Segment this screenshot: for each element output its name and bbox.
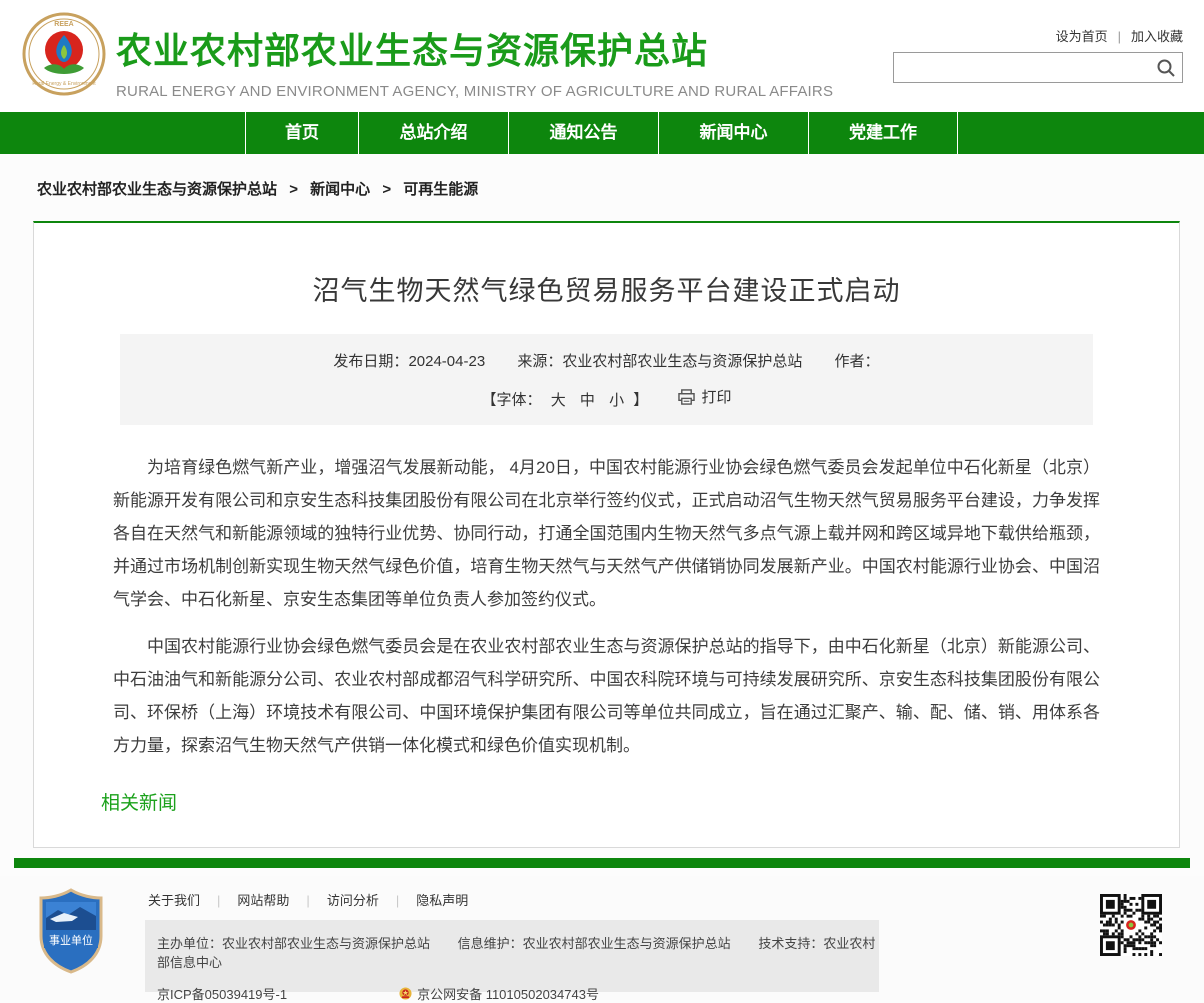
- support-label: 技术支持：: [758, 936, 823, 951]
- site-title-block: 农业农村部农业生态与资源保护总站 RURAL ENERGY AND ENVIRO…: [116, 22, 833, 100]
- search-box: [893, 52, 1183, 83]
- footer-links-separator: |: [217, 893, 220, 908]
- site-header: REEA Rural Energy & Environment 农业农村部农业生…: [0, 0, 1204, 112]
- publish-date-label: 发布日期：: [333, 353, 408, 370]
- breadcrumb-separator: >: [289, 181, 298, 198]
- article-meta-line2: 【字体： 大 中 小 】 打印: [120, 386, 1093, 410]
- page: REEA Rural Energy & Environment 农业农村部农业生…: [0, 0, 1204, 1000]
- footer-links-separator: |: [306, 893, 309, 908]
- green-divider: [14, 858, 1190, 868]
- main-nav: 首页 总站介绍 通知公告 新闻中心 党建工作: [0, 112, 1204, 154]
- breadcrumb-separator: >: [382, 181, 391, 198]
- font-size-label-end: 】: [633, 392, 648, 409]
- maintenance-label: 信息维护：: [458, 936, 523, 951]
- main-nav-menu: 首页 总站介绍 通知公告 新闻中心 党建工作: [245, 112, 1204, 154]
- footer-info-line2: 京ICP备05039419号-1 京公网安备 11010502034743号: [157, 984, 879, 1003]
- site-footer: 事业单位 关于我们|网站帮助|访问分析|隐私声明 主办单位：农业农村部农业生态与…: [0, 876, 1204, 1000]
- nav-item-news[interactable]: 新闻中心: [658, 112, 808, 154]
- related-news-heading[interactable]: 相关新闻: [101, 788, 1179, 815]
- article-meta-bar: 发布日期：2024-04-23 来源：农业农村部农业生态与资源保护总站 作者： …: [120, 334, 1093, 425]
- institution-badge-icon[interactable]: 事业单位: [38, 888, 104, 974]
- maintenance-value: 农业农村部农业生态与资源保护总站: [523, 936, 731, 951]
- author-label: 作者：: [835, 353, 880, 370]
- article-title: 沼气生物天然气绿色贸易服务平台建设正式启动: [34, 269, 1179, 308]
- svg-text:Rural Energy & Environment: Rural Energy & Environment: [32, 81, 96, 87]
- organizer-value: 农业农村部农业生态与资源保护总站: [222, 936, 430, 951]
- nav-item-notices[interactable]: 通知公告: [508, 112, 658, 154]
- publish-date-value: 2024-04-23: [408, 353, 485, 370]
- organizer-label: 主办单位：: [157, 936, 222, 951]
- police-registration-number: 京公网安备 11010502034743号: [417, 984, 599, 1003]
- set-home-link[interactable]: 设为首页: [1056, 29, 1108, 44]
- article-paragraph: 为培育绿色燃气新产业，增强沼气发展新动能， 4月20日，中国农村能源行业协会绿色…: [113, 451, 1100, 616]
- footer-links: 关于我们 | 网站帮助 | 访问分析 | 隐私声明: [148, 890, 468, 909]
- footer-link-help[interactable]: 网站帮助: [237, 893, 289, 908]
- nav-item-home[interactable]: 首页: [245, 112, 358, 154]
- article-paragraph: 中国农村能源行业协会绿色燃气委员会是在农业农村部农业生态与资源保护总站的指导下，…: [113, 630, 1100, 762]
- print-label: 打印: [701, 386, 731, 407]
- source: 来源：农业农村部农业生态与资源保护总站: [517, 353, 802, 370]
- search-input[interactable]: [902, 55, 1150, 80]
- site-subtitle: RURAL ENERGY AND ENVIRONMENT AGENCY, MIN…: [116, 83, 833, 100]
- font-large-button[interactable]: 大: [551, 392, 566, 409]
- footer-info-box: 主办单位：农业农村部农业生态与资源保护总站 信息维护：农业农村部农业生态与资源保…: [145, 920, 879, 992]
- site-title: 农业农村部农业生态与资源保护总站: [116, 22, 833, 74]
- top-utility-links: 设为首页 | 加入收藏: [1056, 26, 1183, 45]
- search-icon[interactable]: [1156, 58, 1176, 78]
- source-value: 农业农村部农业生态与资源保护总站: [562, 353, 802, 370]
- police-badge-icon: [399, 987, 412, 1000]
- agency-logo-icon[interactable]: REEA Rural Energy & Environment: [22, 12, 106, 96]
- font-medium-button[interactable]: 中: [580, 392, 595, 409]
- institution-badge-label: 事业单位: [49, 933, 93, 947]
- footer-link-privacy[interactable]: 隐私声明: [416, 893, 468, 908]
- source-label: 来源：: [517, 353, 562, 370]
- nav-item-party[interactable]: 党建工作: [808, 112, 958, 154]
- footer-links-separator: |: [396, 893, 399, 908]
- font-small-button[interactable]: 小: [609, 392, 624, 409]
- font-size-label: 【字体：: [482, 392, 542, 409]
- footer-link-about[interactable]: 关于我们: [148, 893, 200, 908]
- top-links-separator: |: [1118, 29, 1121, 44]
- article-body: 为培育绿色燃气新产业，增强沼气发展新动能， 4月20日，中国农村能源行业协会绿色…: [113, 451, 1100, 762]
- breadcrumb-renewable-energy[interactable]: 可再生能源: [403, 181, 478, 198]
- qr-code: [1100, 894, 1162, 956]
- publish-date: 发布日期：2024-04-23: [333, 353, 485, 370]
- article-meta-line1: 发布日期：2024-04-23 来源：农业农村部农业生态与资源保护总站 作者：: [120, 350, 1093, 371]
- svg-text:REEA: REEA: [54, 21, 73, 28]
- police-registration-link[interactable]: 京公网安备 11010502034743号: [399, 984, 599, 1003]
- print-button[interactable]: 打印: [678, 386, 731, 407]
- breadcrumb: 农业农村部农业生态与资源保护总站 > 新闻中心 > 可再生能源: [0, 154, 1204, 213]
- footer-link-analytics[interactable]: 访问分析: [327, 893, 379, 908]
- footer-maintenance: 信息维护：农业农村部农业生态与资源保护总站: [458, 936, 731, 951]
- footer-organizer: 主办单位：农业农村部农业生态与资源保护总站: [157, 936, 430, 951]
- breadcrumb-news-center[interactable]: 新闻中心: [310, 181, 370, 198]
- printer-icon: [678, 389, 695, 405]
- nav-item-about[interactable]: 总站介绍: [358, 112, 508, 154]
- footer-info-line1: 主办单位：农业农村部农业生态与资源保护总站 信息维护：农业农村部农业生态与资源保…: [157, 933, 879, 971]
- icp-license-link[interactable]: 京ICP备05039419号-1: [157, 984, 287, 1003]
- article-container: 沼气生物天然气绿色贸易服务平台建设正式启动 发布日期：2024-04-23 来源…: [33, 221, 1180, 848]
- add-favorite-link[interactable]: 加入收藏: [1131, 29, 1183, 44]
- breadcrumb-root[interactable]: 农业农村部农业生态与资源保护总站: [37, 181, 277, 198]
